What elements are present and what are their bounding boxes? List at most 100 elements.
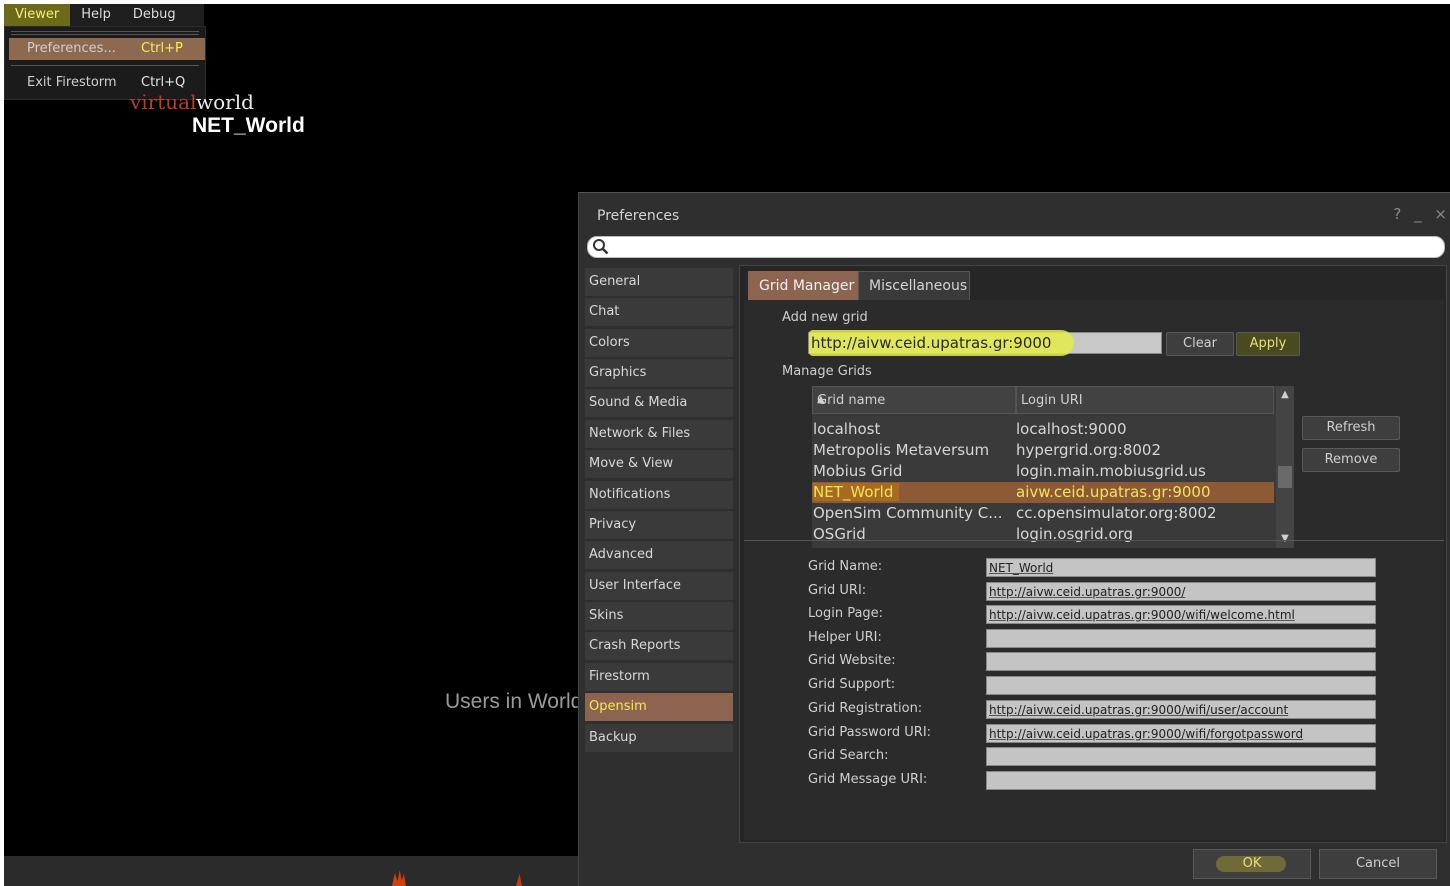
field-login-page: Login Page: http://aivw.ceid.upatras.gr:9… bbox=[808, 605, 1408, 625]
menu-item-shortcut: Ctrl+Q bbox=[141, 75, 186, 90]
scroll-up-icon[interactable]: ▲ bbox=[1276, 386, 1294, 404]
category-sound-media[interactable]: Sound & Media bbox=[585, 389, 733, 417]
opensim-panel: Grid Manager Miscellaneous Add new grid … bbox=[739, 265, 1447, 843]
field-label: Grid Password URI: bbox=[808, 725, 932, 740]
category-advanced[interactable]: Advanced bbox=[585, 541, 733, 569]
category-label: Privacy bbox=[589, 517, 637, 532]
field-grid-search: Grid Search: bbox=[808, 747, 1408, 767]
column-header-login-uri[interactable]: Login URI bbox=[1016, 386, 1274, 414]
grid-uri-cell: login.main.mobiusgrid.us bbox=[1016, 462, 1206, 480]
menu-item-label: Exit Firestorm bbox=[27, 75, 117, 90]
category-label: General bbox=[589, 274, 641, 289]
grid-row[interactable]: OpenSim Community C... cc.opensimulator.o… bbox=[812, 503, 1274, 524]
category-graphics[interactable]: Graphics bbox=[585, 359, 733, 387]
field-label: Grid Search: bbox=[808, 748, 889, 763]
add-new-grid-label: Add new grid bbox=[782, 310, 868, 325]
ok-button[interactable]: OK bbox=[1193, 849, 1311, 879]
field-helper-uri: Helper URI: bbox=[808, 629, 1408, 649]
grid-password-uri-field[interactable]: http://aivw.ceid.upatras.gr:9000/wifi/fo… bbox=[986, 724, 1376, 743]
grid-row[interactable]: localhost localhost:9000 bbox=[812, 419, 1274, 440]
field-label: Login Page: bbox=[808, 606, 884, 621]
category-move-view[interactable]: Move & View bbox=[585, 450, 733, 478]
column-header-grid-name[interactable]: Grid name ▲ bbox=[812, 386, 1016, 414]
grid-row[interactable]: Metropolis Metaversum hypergrid.org:8002 bbox=[812, 440, 1274, 461]
menu-separator bbox=[11, 34, 199, 35]
field-grid-password-uri: Grid Password URI: http://aivw.ceid.upatr… bbox=[808, 724, 1408, 744]
category-backup[interactable]: Backup bbox=[585, 724, 733, 752]
category-user-interface[interactable]: User Interface bbox=[585, 572, 733, 600]
field-value: http://aivw.ceid.upatras.gr:9000/ bbox=[989, 585, 1186, 599]
menu-viewer[interactable]: Viewer bbox=[4, 4, 71, 26]
category-label: Move & View bbox=[589, 456, 674, 471]
tab-label: Grid Manager bbox=[759, 278, 855, 294]
grid-support-field[interactable] bbox=[986, 676, 1376, 695]
field-label: Grid Website: bbox=[808, 653, 896, 668]
splash-logo-virtual: virtual bbox=[130, 90, 197, 114]
login-page-field[interactable]: http://aivw.ceid.upatras.gr:9000/wifi/we… bbox=[986, 605, 1376, 624]
category-label: Graphics bbox=[589, 365, 647, 380]
category-colors[interactable]: Colors bbox=[585, 329, 733, 357]
scroll-thumb[interactable] bbox=[1278, 466, 1292, 488]
category-opensim[interactable]: Opensim bbox=[585, 693, 733, 721]
apply-button[interactable]: Apply bbox=[1236, 332, 1300, 356]
category-label: Chat bbox=[589, 304, 620, 319]
refresh-button[interactable]: Refresh bbox=[1302, 416, 1400, 440]
category-privacy[interactable]: Privacy bbox=[585, 511, 733, 539]
menu-item-label: Preferences... bbox=[27, 41, 116, 56]
preferences-window: Preferences ? _ × General Chat Colors Gr… bbox=[578, 192, 1450, 886]
category-skins[interactable]: Skins bbox=[585, 602, 733, 630]
close-icon[interactable]: × bbox=[1434, 205, 1447, 223]
grid-website-field[interactable] bbox=[986, 652, 1376, 671]
category-chat[interactable]: Chat bbox=[585, 298, 733, 326]
grid-row[interactable]: Mobius Grid login.main.mobiusgrid.us bbox=[812, 461, 1274, 482]
category-firestorm[interactable]: Firestorm bbox=[585, 663, 733, 691]
grid-row-selected[interactable]: NET_World aivw.ceid.upatras.gr:9000 bbox=[812, 482, 1274, 503]
tab-miscellaneous[interactable]: Miscellaneous bbox=[858, 271, 970, 301]
category-label: Skins bbox=[589, 608, 624, 623]
tab-grid-manager[interactable]: Grid Manager bbox=[748, 271, 858, 301]
field-grid-website: Grid Website: bbox=[808, 652, 1408, 672]
category-general[interactable]: General bbox=[585, 268, 733, 296]
clear-button[interactable]: Clear bbox=[1166, 332, 1234, 356]
scroll-down-icon[interactable]: ▼ bbox=[1276, 530, 1294, 548]
field-value: NET_World bbox=[989, 561, 1054, 575]
grid-registration-field[interactable]: http://aivw.ceid.upatras.gr:9000/wifi/us… bbox=[986, 700, 1376, 719]
grid-list-scrollbar[interactable]: ▲ ▼ bbox=[1276, 386, 1294, 548]
field-label: Grid Name: bbox=[808, 559, 883, 574]
grid-uri-cell: localhost:9000 bbox=[1016, 420, 1127, 438]
category-label: Advanced bbox=[589, 547, 654, 562]
grid-search-field[interactable] bbox=[986, 747, 1376, 766]
grid-list[interactable]: Grid name ▲ Login URI localhost localhost… bbox=[812, 386, 1294, 548]
help-icon[interactable]: ? bbox=[1393, 205, 1401, 223]
grid-name-field[interactable]: NET_World bbox=[986, 558, 1376, 577]
category-network-files[interactable]: Network & Files bbox=[585, 420, 733, 448]
field-value: http://aivw.ceid.upatras.gr:9000/wifi/fo… bbox=[989, 727, 1304, 741]
grid-row[interactable]: OSGrid login.osgrid.org bbox=[812, 524, 1274, 545]
category-label: Crash Reports bbox=[589, 638, 681, 653]
helper-uri-field[interactable] bbox=[986, 629, 1376, 648]
grid-name-cell: localhost bbox=[813, 420, 881, 438]
menu-item-preferences[interactable]: Preferences... Ctrl+P bbox=[9, 38, 205, 60]
category-notifications[interactable]: Notifications bbox=[585, 481, 733, 509]
grid-list-header: Grid name ▲ Login URI bbox=[812, 386, 1274, 414]
grid-name-cell: Metropolis Metaversum bbox=[813, 441, 990, 459]
grid-message-uri-field[interactable] bbox=[986, 771, 1376, 790]
field-grid-registration: Grid Registration: http://aivw.ceid.upatr… bbox=[808, 700, 1408, 720]
field-label: Grid Registration: bbox=[808, 701, 923, 716]
grid-uri-field[interactable]: http://aivw.ceid.upatras.gr:9000/ bbox=[986, 582, 1376, 601]
tab-label: Miscellaneous bbox=[869, 278, 968, 294]
grid-name-cell: Mobius Grid bbox=[813, 462, 903, 480]
minimize-icon[interactable]: _ bbox=[1414, 205, 1422, 223]
cancel-button[interactable]: Cancel bbox=[1319, 849, 1437, 879]
preferences-search-input[interactable] bbox=[587, 236, 1445, 258]
grid-uri-cell: cc.opensimulator.org:8002 bbox=[1016, 504, 1217, 522]
grid-uri-cell: aivw.ceid.upatras.gr:9000 bbox=[1016, 483, 1211, 501]
category-label: Network & Files bbox=[589, 426, 691, 441]
add-grid-url-input[interactable]: http://aivw.ceid.upatras.gr:9000 bbox=[808, 330, 1162, 356]
search-icon bbox=[593, 239, 609, 255]
category-crash-reports[interactable]: Crash Reports bbox=[585, 632, 733, 660]
menu-help[interactable]: Help bbox=[70, 4, 122, 26]
grid-name-cell: OpenSim Community C... bbox=[813, 504, 1003, 522]
menu-debug[interactable]: Debug bbox=[122, 4, 187, 26]
remove-button[interactable]: Remove bbox=[1302, 448, 1400, 472]
